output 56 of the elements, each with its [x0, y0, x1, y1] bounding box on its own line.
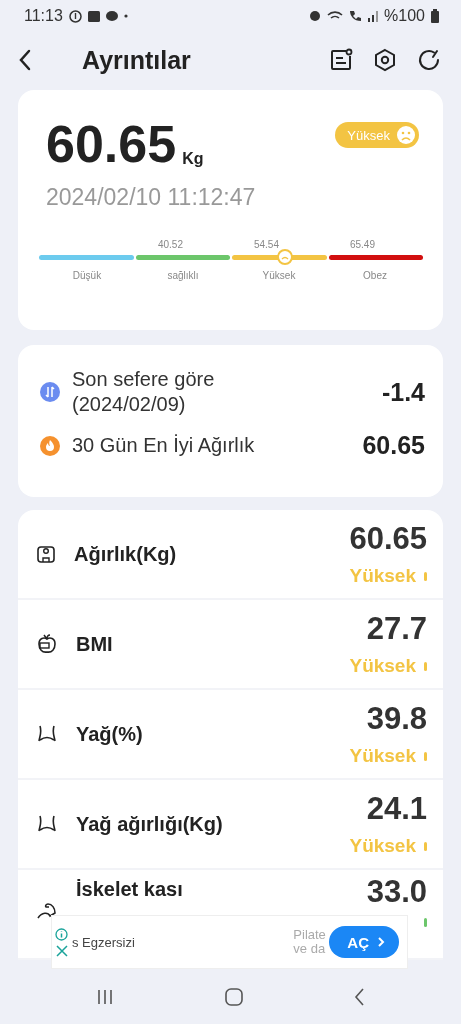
range-label: Yüksek [261, 270, 297, 281]
info-icon[interactable] [55, 927, 68, 941]
dot-icon [123, 14, 128, 18]
weight-value: 60.65 [46, 118, 177, 170]
metric-status: Yüksek [349, 745, 416, 767]
settings-icon[interactable] [373, 48, 397, 72]
back-icon[interactable] [18, 49, 32, 71]
close-icon[interactable] [55, 944, 68, 957]
metric-status: Yüksek [349, 565, 416, 587]
change-icon [40, 382, 60, 402]
note-icon[interactable] [329, 48, 353, 72]
threshold-value: 40.52 [156, 239, 183, 252]
metric-value: 39.8 [366, 701, 427, 737]
signal-icon [368, 10, 379, 22]
metric-name: Ağırlık(Kg) [74, 542, 177, 566]
range-label: Düşük [71, 270, 103, 281]
refresh-icon[interactable] [417, 48, 441, 72]
chevron-icon [377, 936, 385, 948]
comparison-value: 60.65 [362, 431, 425, 460]
wifi-icon [327, 11, 344, 21]
threshold-value: 65.49 [348, 239, 375, 252]
scale-icon [36, 544, 56, 564]
metric-status: Yüksek [349, 835, 416, 857]
metric-value: 60.65 [349, 521, 427, 557]
metric-name: BMI [76, 632, 113, 656]
back-nav-icon[interactable] [353, 988, 366, 1006]
ad-toast[interactable]: s Egzersizi Pilate ve da AÇ [51, 915, 408, 969]
apple-icon [36, 633, 58, 655]
flame-icon [40, 435, 60, 456]
ad-title: s Egzersizi [72, 934, 135, 950]
metric-name: İskelet kası [76, 878, 183, 901]
home-icon[interactable] [224, 988, 243, 1006]
metric-value: 24.1 [366, 791, 427, 827]
threshold-value: 54.54 [252, 239, 279, 252]
measurement-date: 2024/02/10 11:12:47 [46, 184, 257, 211]
comparison-label: 30 Gün En İyi Ağırlık [72, 433, 255, 458]
range-label: sağlıklı [166, 270, 200, 281]
comparison-value: -1.4 [381, 377, 425, 407]
metric-name: Yağ(%) [76, 722, 143, 746]
status-time: 11:13 [24, 7, 63, 25]
battery-level: %100 [384, 7, 425, 25]
comparison-label: Son sefere göre (2024/02/09) [72, 367, 215, 417]
call-icon [349, 10, 363, 22]
range-label: Obez [362, 270, 388, 281]
metric-value: 27.7 [366, 611, 427, 647]
metric-value: 33.0 [366, 874, 427, 910]
battery-icon [431, 9, 439, 23]
recent-apps-icon[interactable] [95, 989, 114, 1005]
sad-face-icon [396, 125, 416, 145]
page-title: Ayrıntılar [82, 45, 191, 75]
metric-name: Yağ ağırlığı(Kg) [76, 812, 223, 836]
ad-text: Pilate ve da [293, 927, 327, 957]
weight-unit: Kg [182, 150, 204, 168]
metric-status: Yüksek [349, 655, 416, 677]
status-badge: Yüksek [335, 122, 419, 148]
open-button[interactable]: AÇ [329, 926, 399, 958]
